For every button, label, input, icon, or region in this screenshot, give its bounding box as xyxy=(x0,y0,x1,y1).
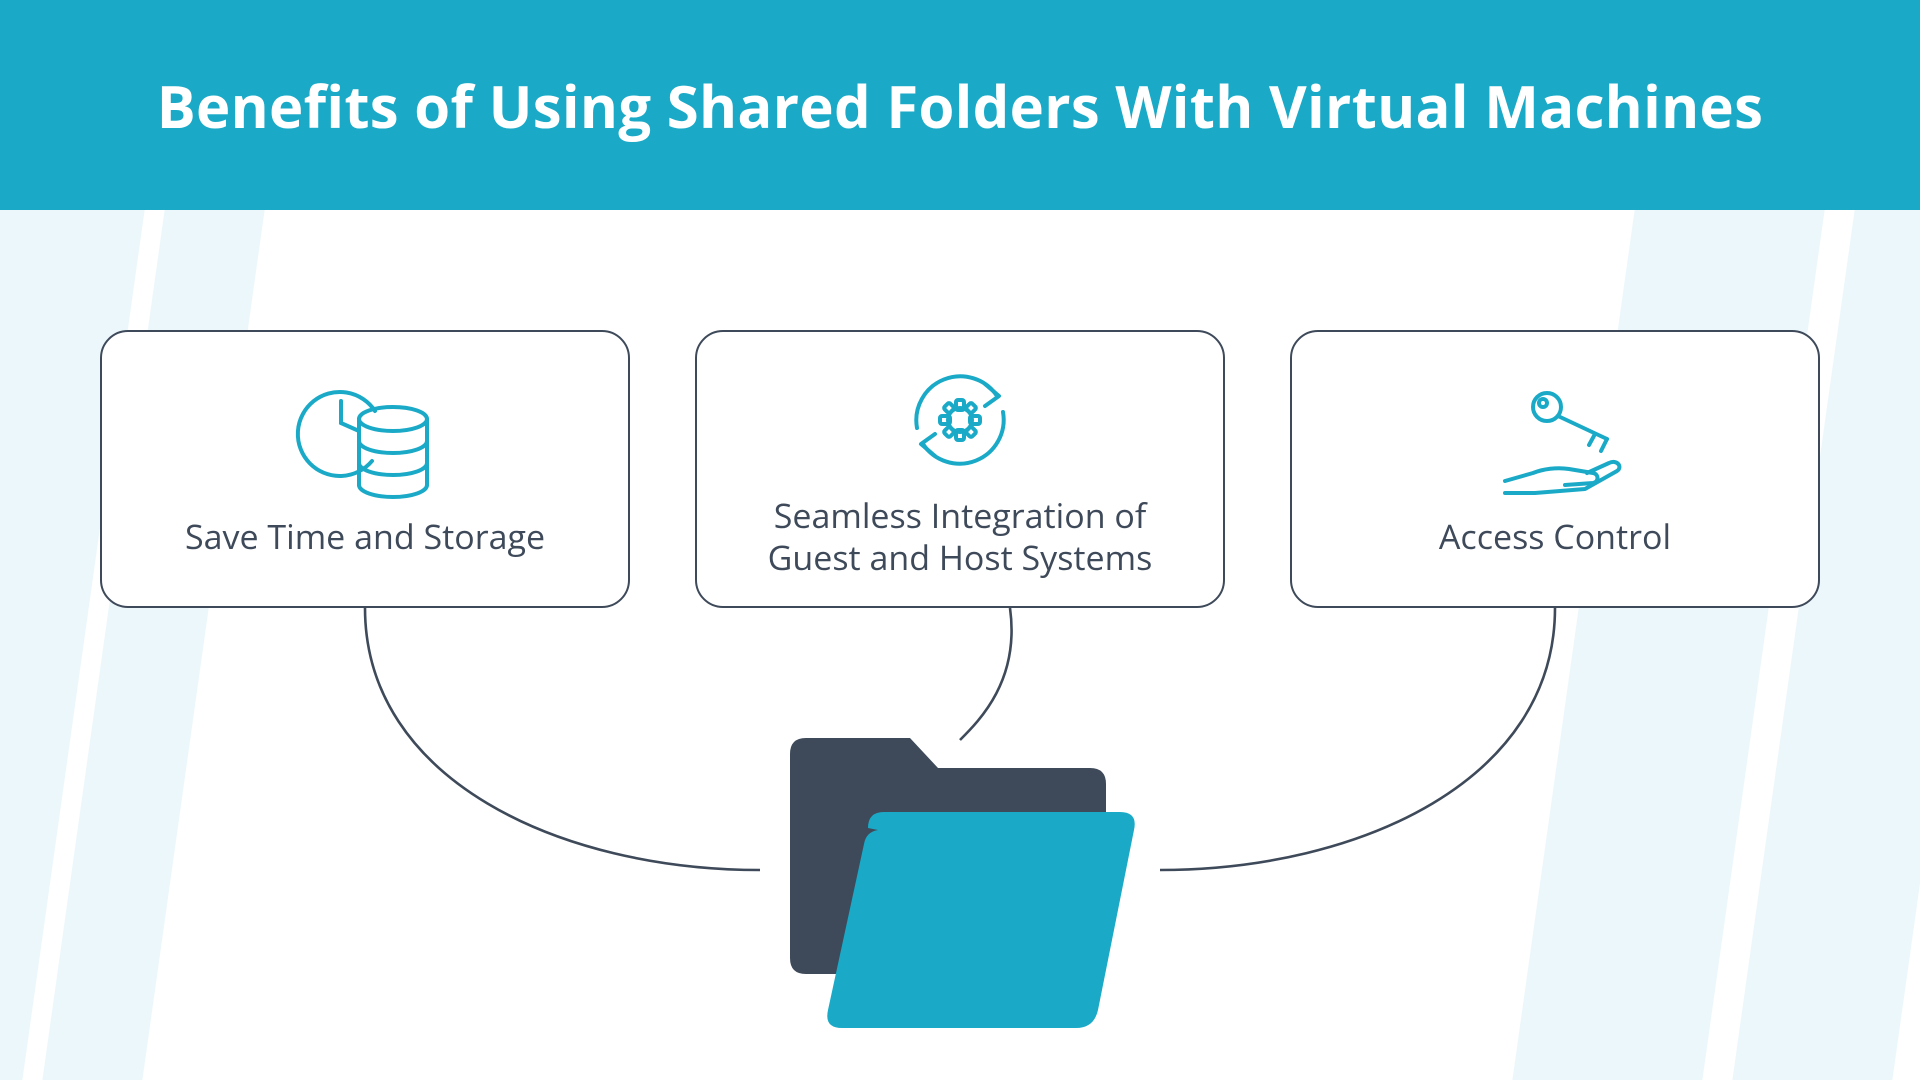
header-bar: Benefits of Using Shared Folders With Vi… xyxy=(0,0,1920,210)
benefit-card-integration: Seamless Integration of Guest and Host S… xyxy=(695,330,1225,608)
diagram-stage: Benefits of Using Shared Folders With Vi… xyxy=(0,0,1920,1080)
folder-icon xyxy=(760,708,1160,1048)
clock-storage-icon xyxy=(275,381,455,501)
benefit-label: Access Control xyxy=(1439,515,1671,558)
benefit-label: Seamless Integration of Guest and Host S… xyxy=(737,494,1183,579)
benefit-card-time-storage: Save Time and Storage xyxy=(100,330,630,608)
page-title: Benefits of Using Shared Folders With Vi… xyxy=(157,66,1763,145)
sync-gear-icon xyxy=(870,360,1050,480)
hand-key-icon xyxy=(1465,381,1645,501)
benefit-label: Save Time and Storage xyxy=(185,515,545,558)
benefit-card-access-control: Access Control xyxy=(1290,330,1820,608)
